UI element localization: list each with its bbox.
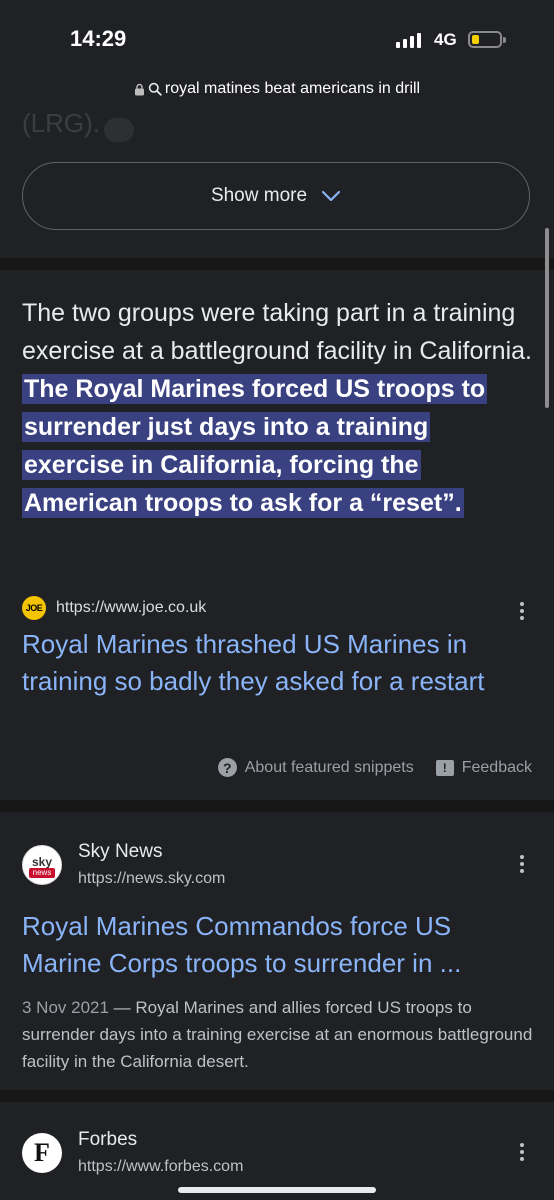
site-name: Sky News <box>78 841 163 862</box>
snippet-highlight-text: The Royal Marines forced US troops to su… <box>22 374 488 518</box>
snippet-plain-text: The two groups were taking part in a tra… <box>22 299 532 365</box>
link-chip[interactable] <box>104 118 134 142</box>
lock-icon <box>134 83 144 95</box>
site-url: https://news.sky.com <box>78 870 226 887</box>
result-title[interactable]: Royal Marines Commandos force US Marine … <box>22 908 522 982</box>
site-name: Forbes <box>78 1129 138 1150</box>
result-source-sky[interactable]: sky news Sky News https://news.sky.com <box>22 840 225 890</box>
signal-strength-icon <box>396 33 421 48</box>
snippet-result-title[interactable]: Royal Marines thrashed US Marines in tra… <box>22 626 522 700</box>
more-options-icon[interactable] <box>519 1143 525 1161</box>
snippet-footer: ? About featured snippets ! Feedback <box>217 758 532 777</box>
show-more-button[interactable]: Show more <box>22 162 530 230</box>
scrollbar[interactable] <box>545 228 549 408</box>
address-bar[interactable]: royal matines beat americans in drill <box>0 72 554 106</box>
status-bar: 14:29 4G <box>0 0 554 72</box>
section-divider <box>0 258 554 270</box>
about-featured-snippets-link[interactable]: ? About featured snippets <box>217 758 414 777</box>
featured-snippet-text: The two groups were taking part in a tra… <box>22 294 532 522</box>
forbes-logo-icon: F <box>22 1133 62 1173</box>
home-indicator[interactable] <box>178 1187 376 1193</box>
network-type: 4G <box>434 30 457 49</box>
result-source-forbes[interactable]: F Forbes https://www.forbes.com <box>22 1128 243 1178</box>
result-description: 3 Nov 2021 — Royal Marines and allies fo… <box>22 994 537 1075</box>
snippet-source-url: https://www.joe.co.uk <box>56 599 207 616</box>
truncated-snippet-text: (LRG). <box>22 108 100 138</box>
feedback-icon: ! <box>435 759 454 776</box>
more-options-icon[interactable] <box>519 855 525 873</box>
status-time: 14:29 <box>70 26 127 51</box>
section-divider <box>0 800 554 812</box>
sky-news-logo-icon: sky news <box>22 845 62 885</box>
more-options-icon[interactable] <box>519 602 525 620</box>
joe-logo-icon: JOE <box>22 596 46 620</box>
battery-icon <box>468 31 506 48</box>
site-url: https://www.forbes.com <box>78 1158 244 1175</box>
search-icon <box>148 82 162 96</box>
help-icon: ? <box>217 758 237 777</box>
section-divider <box>0 1090 554 1102</box>
about-featured-snippets-label: About featured snippets <box>244 758 414 776</box>
snippet-source[interactable]: JOE https://www.joe.co.uk <box>22 596 206 620</box>
chevron-down-icon <box>321 190 341 202</box>
feedback-label: Feedback <box>461 758 532 776</box>
feedback-link[interactable]: ! Feedback <box>435 758 532 777</box>
result-date: 3 Nov 2021 <box>22 998 109 1017</box>
address-bar-text: royal matines beat americans in drill <box>164 80 421 97</box>
show-more-label: Show more <box>210 185 308 206</box>
